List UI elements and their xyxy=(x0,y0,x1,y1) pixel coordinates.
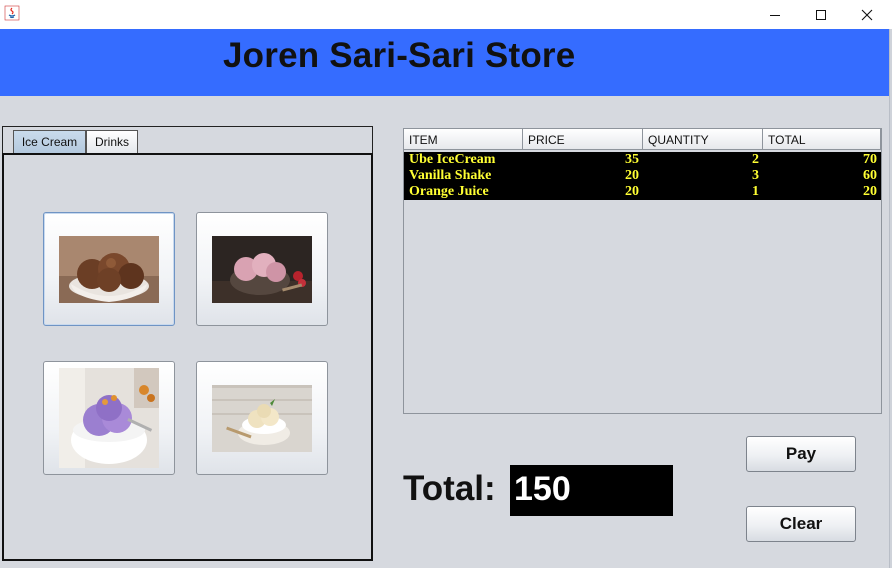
table-row[interactable]: Orange Juice 20 1 20 xyxy=(404,184,881,200)
table-row[interactable]: Ube IceCream 35 2 70 xyxy=(404,152,881,168)
cell-total: 70 xyxy=(863,152,877,167)
column-header-price[interactable]: PRICE xyxy=(523,129,643,150)
cell-item: Ube IceCream xyxy=(409,152,496,167)
maximize-icon xyxy=(816,9,826,20)
table-body: Ube IceCream 35 2 70 Vanilla Shake 20 3 … xyxy=(404,152,881,200)
tab-drinks[interactable]: Drinks xyxy=(86,130,138,153)
product-button-strawberry[interactable] xyxy=(196,212,328,326)
product-button-ube[interactable] xyxy=(43,361,175,475)
store-title: Joren Sari-Sari Store xyxy=(223,36,576,75)
total-label: Total: xyxy=(403,469,496,508)
vanilla-ice-cream-image xyxy=(212,384,312,452)
minimize-icon xyxy=(770,14,780,16)
cell-price: 20 xyxy=(625,184,639,199)
product-tab-pane: Ice Cream Drinks xyxy=(2,126,373,561)
cell-price: 20 xyxy=(625,168,639,183)
chocolate-ice-cream-image xyxy=(59,235,159,303)
cell-total: 60 xyxy=(863,168,877,183)
cell-total: 20 xyxy=(863,184,877,199)
total-value: 150 xyxy=(514,470,571,508)
table-header: ITEM PRICE QUANTITY TOTAL xyxy=(404,129,881,150)
ube-ice-cream-image xyxy=(59,368,159,468)
strawberry-ice-cream-image xyxy=(212,235,312,303)
product-button-vanilla[interactable] xyxy=(196,361,328,475)
header-banner: Joren Sari-Sari Store xyxy=(0,29,892,96)
cell-quantity: 2 xyxy=(752,152,759,167)
clear-button[interactable]: Clear xyxy=(746,506,856,542)
title-bar xyxy=(0,0,892,29)
cell-quantity: 1 xyxy=(752,184,759,199)
column-header-item[interactable]: ITEM xyxy=(404,129,523,150)
column-header-total[interactable]: TOTAL xyxy=(763,129,881,150)
pay-button[interactable]: Pay xyxy=(746,436,856,472)
total-field: 150 xyxy=(510,465,673,516)
cell-price: 35 xyxy=(625,152,639,167)
close-button[interactable] xyxy=(844,0,890,29)
cell-item: Vanilla Shake xyxy=(409,168,492,183)
column-header-quantity[interactable]: QUANTITY xyxy=(643,129,763,150)
minimize-button[interactable] xyxy=(752,0,798,29)
cell-quantity: 3 xyxy=(752,168,759,183)
close-icon xyxy=(861,9,873,20)
cell-item: Orange Juice xyxy=(409,184,489,199)
table-row[interactable]: Vanilla Shake 20 3 60 xyxy=(404,168,881,184)
tab-ice-cream[interactable]: Ice Cream xyxy=(13,130,86,153)
java-icon xyxy=(4,5,20,21)
product-button-chocolate[interactable] xyxy=(43,212,175,326)
order-table[interactable]: ITEM PRICE QUANTITY TOTAL Ube IceCream 3… xyxy=(403,128,882,414)
maximize-button[interactable] xyxy=(798,0,844,29)
